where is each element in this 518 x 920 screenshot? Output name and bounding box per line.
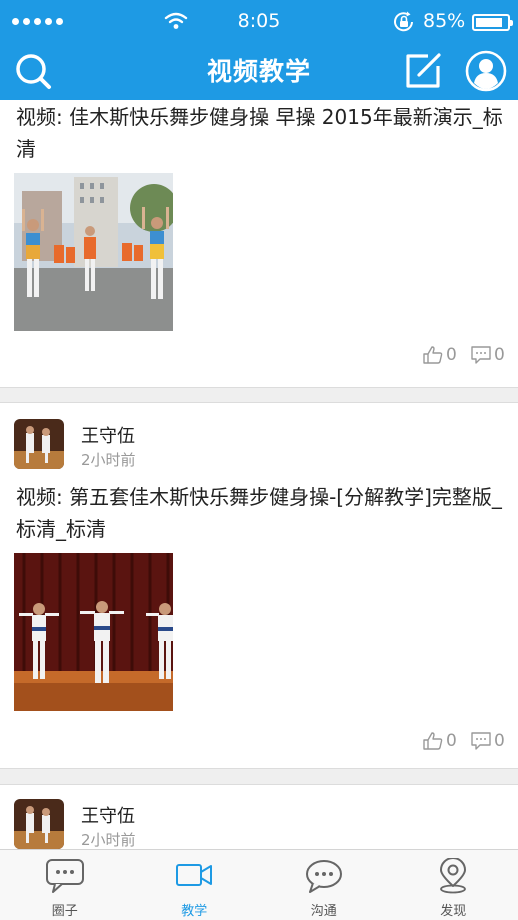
avatar[interactable]: [14, 419, 64, 469]
status-bar: 8:05 85%: [0, 0, 518, 44]
comment-icon: [471, 346, 491, 364]
feed-post[interactable]: 王守伍 2小时前 视频: 第五套佳木斯快乐舞步健身操-[分解教学]完整版_标清_…: [0, 402, 518, 769]
comment-count: 0: [494, 731, 505, 751]
like-count: 0: [446, 345, 457, 365]
post-time: 2小时前: [81, 831, 136, 849]
author-name[interactable]: 王守伍: [81, 422, 135, 448]
thumbs-up-icon: [423, 732, 443, 750]
comment-count: 0: [494, 345, 505, 365]
tab-circle[interactable]: 圈子: [0, 850, 130, 920]
app-header: 8:05 85% 视频教学: [0, 0, 518, 100]
tab-label: 教学: [181, 904, 208, 919]
post-time: 2小时前: [81, 451, 136, 469]
post-title[interactable]: 视频: 第五套佳木斯快乐舞步健身操-[分解教学]完整版_标清_标清: [16, 481, 508, 545]
video-camera-icon: [176, 864, 213, 886]
like-button[interactable]: 0: [423, 731, 457, 751]
feed-post[interactable]: 王守伍 2小时前: [0, 784, 518, 849]
like-button[interactable]: 0: [423, 345, 457, 365]
location-pin-icon: [440, 858, 467, 894]
bottom-tab-bar: 圈子 教学 沟通 发现: [0, 849, 518, 920]
user-profile-icon[interactable]: [465, 50, 507, 92]
tab-discover[interactable]: 发现: [389, 850, 518, 920]
video-feed[interactable]: 视频: 佳木斯快乐舞步健身操 早操 2015年最新演示_标清 0 0 王守伍 2…: [0, 100, 518, 849]
battery-percent: 85%: [423, 10, 466, 32]
battery-icon: [472, 14, 513, 31]
video-thumbnail[interactable]: [14, 173, 173, 331]
message-icon: [305, 860, 342, 893]
tab-label: 圈子: [51, 904, 78, 919]
avatar[interactable]: [14, 799, 64, 849]
tab-teaching[interactable]: 教学: [130, 850, 260, 920]
rotation-lock-icon: [394, 11, 413, 32]
comment-button[interactable]: 0: [471, 731, 505, 751]
thumbs-up-icon: [423, 346, 443, 364]
tab-communicate[interactable]: 沟通: [259, 850, 389, 920]
video-thumbnail[interactable]: [14, 553, 173, 711]
like-count: 0: [446, 731, 457, 751]
comment-icon: [471, 732, 491, 750]
navigation-bar: 视频教学: [0, 44, 518, 100]
tab-label: 沟通: [310, 904, 337, 919]
chat-bubble-icon: [45, 859, 84, 893]
feed-post[interactable]: 视频: 佳木斯快乐舞步健身操 早操 2015年最新演示_标清 0 0: [0, 100, 518, 388]
post-title[interactable]: 视频: 佳木斯快乐舞步健身操 早操 2015年最新演示_标清: [16, 101, 508, 165]
tab-label: 发现: [440, 904, 467, 919]
comment-button[interactable]: 0: [471, 345, 505, 365]
edit-icon[interactable]: [402, 50, 444, 92]
author-name[interactable]: 王守伍: [81, 802, 135, 828]
